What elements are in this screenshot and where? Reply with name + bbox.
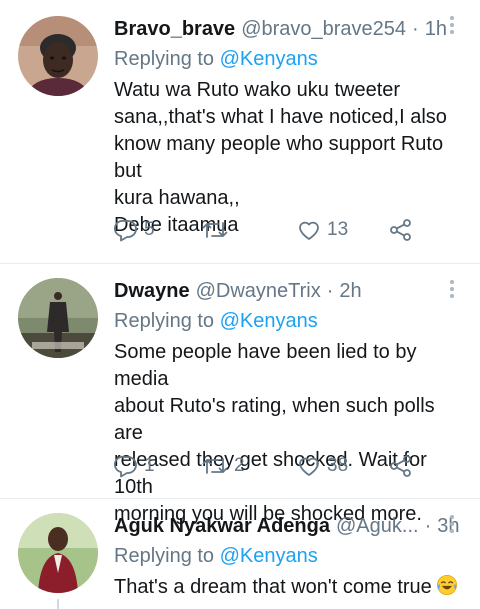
tweet-text-line: Some people have been lied to by media <box>114 341 417 390</box>
thread-line <box>57 599 59 609</box>
face-with-tears-of-joy-icon <box>436 575 457 595</box>
tweet-text-line: That's a dream that won't come true <box>114 574 460 601</box>
share-button[interactable] <box>389 218 413 242</box>
tweet-text-line: kura hawana,, <box>114 187 240 209</box>
more-vertical-icon[interactable] <box>450 280 456 298</box>
reply-button[interactable]: 1 <box>114 454 202 478</box>
tweet-text-line: Watu wa Ruto wako uku tweeter <box>114 79 401 101</box>
mention-link[interactable]: @Kenyans <box>220 310 318 332</box>
retweet-icon <box>202 458 228 474</box>
retweet-count: 2 <box>234 455 245 476</box>
avatar[interactable] <box>18 278 98 358</box>
action-bar: 1 2 38 <box>114 454 413 478</box>
replies-feed: Bravo_brave @bravo_brave254 · 1h Replyin… <box>0 0 480 609</box>
like-button[interactable]: 38 <box>297 455 389 477</box>
separator-dot: · <box>326 280 334 302</box>
display-name[interactable]: Aguk Nyakwar Adenga <box>114 513 330 539</box>
user-handle[interactable]: @bravo_brave254 <box>241 16 406 42</box>
share-icon <box>390 219 411 241</box>
replying-label: Replying to <box>114 48 215 70</box>
reply-button[interactable]: 5 <box>114 218 202 242</box>
reply-icon <box>114 219 137 242</box>
reply-icon <box>114 455 137 478</box>
tweet-text-line: know many people who support Ruto but <box>114 133 444 182</box>
timestamp[interactable]: 3h <box>437 513 459 539</box>
replying-label: Replying to <box>114 545 215 567</box>
mention-link[interactable]: @Kenyans <box>220 48 318 70</box>
reply-count: 1 <box>144 455 155 476</box>
action-bar: 5 13 <box>114 218 413 242</box>
avatar[interactable] <box>18 513 98 593</box>
like-count: 38 <box>327 455 349 476</box>
replying-to: Replying to @Kenyans <box>114 543 466 569</box>
user-handle[interactable]: @Aguk... <box>336 513 419 539</box>
share-button[interactable] <box>389 454 413 478</box>
retweet-icon <box>202 222 228 238</box>
tweet-text-line: sana,,that's what I have noticed,I also <box>114 106 447 128</box>
tweet[interactable]: Aguk Nyakwar Adenga @Aguk... · 3h Replyi… <box>0 499 480 609</box>
separator-dot: · <box>424 515 432 537</box>
display-name[interactable]: Dwayne <box>114 278 190 304</box>
retweet-button[interactable] <box>202 219 297 241</box>
tweet-text-line: about Ruto's rating, when such polls are <box>114 395 435 444</box>
tweet-text: That's a dream that won't come true <box>114 574 466 601</box>
more-vertical-icon[interactable] <box>450 515 456 533</box>
more-vertical-icon[interactable] <box>450 16 456 34</box>
replying-to: Replying to @Kenyans <box>114 46 466 72</box>
replying-label: Replying to <box>114 310 215 332</box>
like-count: 13 <box>327 219 349 240</box>
like-button[interactable]: 13 <box>297 219 389 241</box>
timestamp[interactable]: 1h <box>425 16 447 42</box>
timestamp[interactable]: 2h <box>339 278 361 304</box>
avatar[interactable] <box>18 16 98 96</box>
reply-count: 5 <box>144 219 155 240</box>
heart-icon <box>299 221 319 240</box>
tweet[interactable]: Bravo_brave @bravo_brave254 · 1h Replyin… <box>0 0 480 264</box>
tweet[interactable]: Dwayne @DwayneTrix · 2h Replying to @Ken… <box>0 264 480 525</box>
separator-dot: · <box>412 18 419 40</box>
mention-link[interactable]: @Kenyans <box>220 545 318 567</box>
tweet-text: Watu wa Ruto wako uku tweeter sana,,that… <box>114 77 466 239</box>
heart-icon <box>299 457 319 476</box>
display-name[interactable]: Bravo_brave <box>114 16 235 42</box>
replying-to: Replying to @Kenyans <box>114 308 466 334</box>
share-icon <box>390 455 411 477</box>
tweet-text-content: That's a dream that won't come true <box>114 576 432 598</box>
user-handle[interactable]: @DwayneTrix <box>196 278 321 304</box>
retweet-button[interactable]: 2 <box>202 455 297 477</box>
